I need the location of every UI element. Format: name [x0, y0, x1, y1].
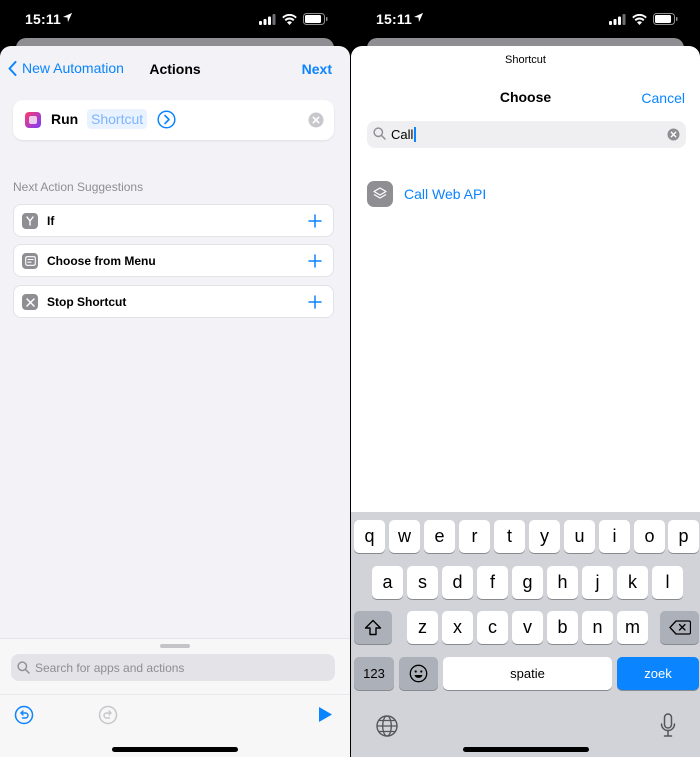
key-q[interactable]: q [354, 520, 385, 553]
key-t[interactable]: t [494, 520, 525, 553]
suggestions-heading: Next Action Suggestions [13, 180, 144, 194]
suggestion-label: Stop Shortcut [47, 295, 127, 309]
result-label: Call Web API [404, 186, 487, 202]
suggestion-stop-shortcut[interactable]: Stop Shortcut [13, 285, 334, 318]
add-icon[interactable] [305, 251, 325, 271]
key-c[interactable]: c [477, 611, 508, 644]
location-arrow-icon [62, 12, 73, 23]
stop-x-icon [22, 294, 38, 310]
space-key[interactable]: spatie [443, 657, 612, 690]
key-h[interactable]: h [547, 566, 578, 599]
undo-icon[interactable] [14, 705, 34, 725]
shortcut-parameter[interactable]: Shortcut [87, 109, 148, 129]
search-value: Call [391, 127, 417, 142]
search-return-key[interactable]: zoek [617, 657, 699, 690]
delete-key[interactable] [660, 611, 699, 644]
clear-icon[interactable] [667, 128, 680, 141]
search-input[interactable]: Call [367, 121, 686, 148]
key-i[interactable]: i [599, 520, 630, 553]
wifi-icon [282, 13, 297, 25]
menu-icon [22, 253, 38, 269]
search-icon [17, 661, 30, 674]
left-screen: 15:11 New Automation Actions Next Run Sh… [0, 0, 350, 757]
key-k[interactable]: k [617, 566, 648, 599]
status-bar: 15:11 [351, 0, 700, 38]
key-a[interactable]: a [372, 566, 403, 599]
sheet-subtitle: Shortcut [505, 54, 546, 66]
redo-icon [98, 705, 118, 725]
search-input[interactable]: Search for apps and actions [11, 654, 335, 681]
key-f[interactable]: f [477, 566, 508, 599]
key-y[interactable]: y [529, 520, 560, 553]
cancel-button[interactable]: Cancel [641, 90, 685, 106]
key-v[interactable]: v [512, 611, 543, 644]
key-u[interactable]: u [564, 520, 595, 553]
status-time: 15:11 [376, 11, 413, 27]
globe-icon[interactable] [375, 714, 399, 738]
emoji-smiley-icon [409, 664, 428, 683]
key-p[interactable]: p [668, 520, 699, 553]
key-o[interactable]: o [634, 520, 665, 553]
cellular-signal-icon [609, 13, 626, 25]
search-result-item[interactable]: Call Web API [367, 181, 686, 207]
status-icons [259, 13, 328, 25]
status-time: 15:11 [25, 11, 62, 27]
search-placeholder: Search for apps and actions [35, 661, 185, 675]
shortcuts-app-icon [25, 112, 41, 128]
key-r[interactable]: r [459, 520, 490, 553]
shift-arrow-icon [364, 619, 382, 636]
key-x[interactable]: x [442, 611, 473, 644]
play-icon[interactable] [317, 706, 333, 723]
right-screen: 15:11 Shortcut Choose Cancel Call Call W… [351, 0, 700, 757]
keyboard: q w e r t y u i o p a s d f g h j k l z … [351, 512, 700, 757]
keyboard-bottom-bar [351, 704, 700, 757]
editor-toolbar [0, 694, 350, 734]
drag-handle[interactable] [160, 644, 190, 648]
key-g[interactable]: g [512, 566, 543, 599]
suggestion-label: Choose from Menu [47, 254, 156, 268]
add-icon[interactable] [305, 292, 325, 312]
key-l[interactable]: l [652, 566, 683, 599]
suggestion-choose-from-menu[interactable]: Choose from Menu [13, 244, 334, 277]
suggestion-label: If [47, 214, 55, 228]
location-arrow-icon [413, 12, 424, 23]
nav-bar: New Automation Actions Next [0, 46, 350, 92]
suggestion-if[interactable]: If [13, 204, 334, 237]
home-indicator [462, 747, 589, 752]
key-b[interactable]: b [547, 611, 578, 644]
home-indicator [112, 747, 238, 752]
key-z[interactable]: z [407, 611, 438, 644]
key-s[interactable]: s [407, 566, 438, 599]
next-button[interactable]: Next [302, 61, 332, 77]
add-icon[interactable] [305, 211, 325, 231]
numbers-key[interactable]: 123 [354, 657, 394, 690]
key-n[interactable]: n [582, 611, 613, 644]
key-d[interactable]: d [442, 566, 473, 599]
microphone-icon[interactable] [660, 713, 676, 739]
chevron-right-circle-icon[interactable] [157, 110, 176, 129]
page-title: Actions [149, 61, 201, 77]
run-shortcut-action[interactable]: Run Shortcut [13, 100, 334, 140]
shift-key[interactable] [354, 611, 392, 644]
emoji-key[interactable] [399, 657, 438, 690]
key-j[interactable]: j [582, 566, 613, 599]
clear-icon[interactable] [308, 112, 324, 128]
key-m[interactable]: m [617, 611, 648, 644]
if-branch-icon [22, 213, 38, 229]
action-verb: Run [51, 111, 79, 127]
backspace-icon [668, 620, 691, 635]
search-icon [373, 127, 386, 140]
actions-sheet: New Automation Actions Next Run Shortcut… [0, 46, 350, 757]
cellular-signal-icon [259, 13, 276, 25]
action-search-panel: Search for apps and actions [0, 638, 350, 757]
layers-icon [367, 181, 393, 207]
key-e[interactable]: e [424, 520, 455, 553]
wifi-icon [632, 13, 647, 25]
status-bar: 15:11 [0, 0, 350, 38]
text-caret [414, 127, 417, 142]
battery-icon [303, 13, 328, 25]
battery-icon [653, 13, 678, 25]
status-icons [609, 13, 678, 25]
key-w[interactable]: w [389, 520, 420, 553]
